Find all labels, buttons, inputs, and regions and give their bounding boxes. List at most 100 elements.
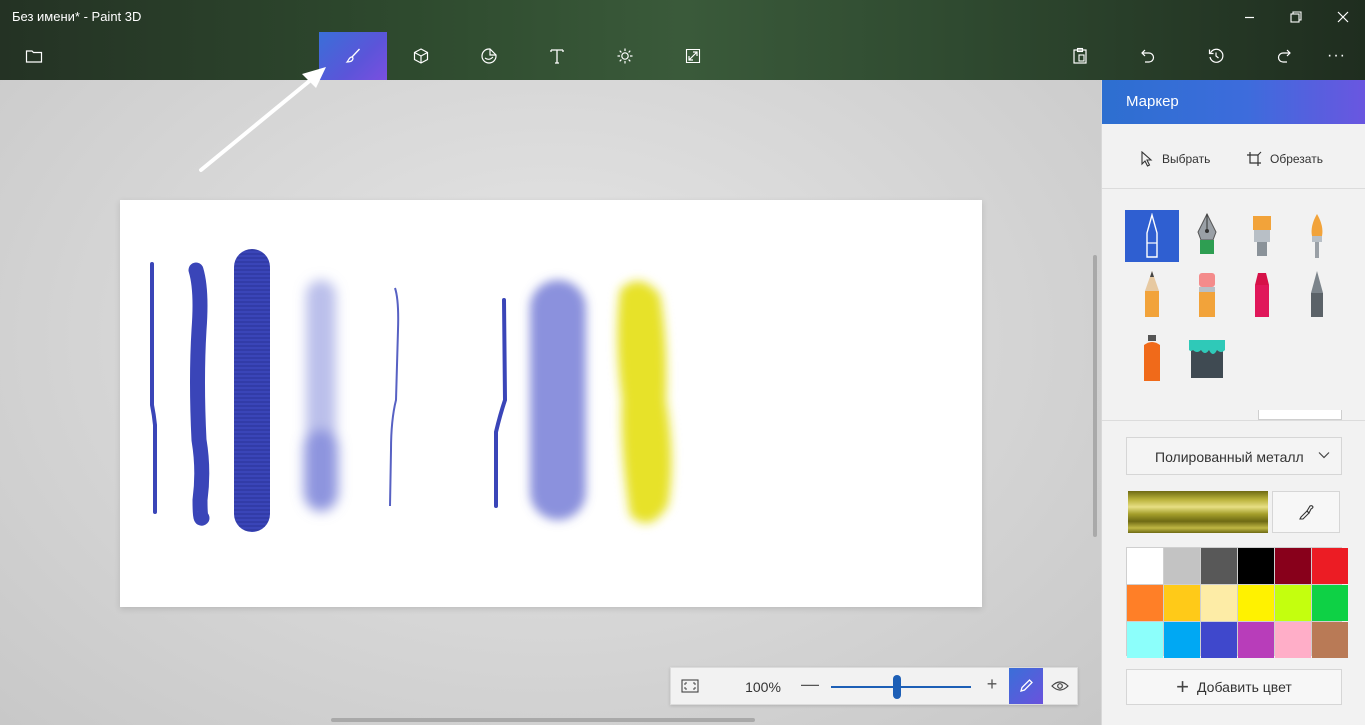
- zoom-slider-thumb[interactable]: [892, 675, 901, 699]
- color-swatch[interactable]: [1201, 585, 1237, 621]
- stickers-tool-button[interactable]: [455, 32, 523, 80]
- select-button[interactable]: Выбрать: [1140, 148, 1210, 170]
- eraser-icon: [1199, 273, 1215, 317]
- fit-screen-icon: [681, 679, 699, 693]
- color-swatch[interactable]: [1312, 622, 1348, 658]
- restore-button[interactable]: [1273, 4, 1319, 30]
- stroke-spray-blue: [530, 280, 586, 520]
- color-swatch[interactable]: [1164, 585, 1200, 621]
- minimize-button[interactable]: [1226, 4, 1272, 30]
- current-color-swatch[interactable]: [1128, 491, 1268, 533]
- color-swatch[interactable]: [1164, 622, 1200, 658]
- stroke-oil-brush: [234, 249, 270, 532]
- restore-icon: [1290, 11, 1302, 23]
- cube-icon: [413, 48, 429, 64]
- brush-crayon[interactable]: [1235, 268, 1289, 320]
- stroke-pixel-pen: [494, 298, 508, 508]
- eyedropper-button[interactable]: [1272, 491, 1340, 533]
- pixel-pen-icon: [1311, 271, 1323, 317]
- color-swatch[interactable]: [1201, 622, 1237, 658]
- more-button[interactable]: ···: [1308, 32, 1365, 80]
- stroke-spray-yellow: [617, 281, 672, 523]
- brush-watercolor[interactable]: [1290, 210, 1344, 262]
- resize-icon: [685, 48, 701, 64]
- color-swatch[interactable]: [1164, 548, 1200, 584]
- brush-spray-can[interactable]: [1125, 332, 1179, 384]
- stroke-calligraphy: [188, 262, 210, 526]
- zoom-in-button[interactable]: +: [981, 674, 1003, 698]
- add-color-label: Добавить цвет: [1197, 679, 1292, 695]
- crayon-icon: [1255, 273, 1269, 317]
- color-swatch[interactable]: [1238, 548, 1274, 584]
- stroke-watercolor: [303, 280, 339, 512]
- zoom-slider-track[interactable]: [831, 686, 971, 688]
- color-swatch[interactable]: [1312, 585, 1348, 621]
- annotation-arrow: [199, 67, 326, 172]
- undo-button[interactable]: [1114, 32, 1182, 80]
- brush-pencil[interactable]: [1125, 268, 1179, 320]
- color-palette: [1126, 547, 1348, 658]
- brush-eraser[interactable]: [1180, 268, 1234, 320]
- marker-icon: [1146, 213, 1158, 258]
- pen-mode-button[interactable]: [1009, 668, 1043, 704]
- vertical-scrollbar[interactable]: [1093, 255, 1097, 537]
- brush-calligraphy-pen[interactable]: [1180, 210, 1234, 262]
- color-swatch[interactable]: [1275, 548, 1311, 584]
- brush-oil[interactable]: [1235, 210, 1289, 262]
- pen-icon: [1020, 679, 1033, 692]
- select-label: Выбрать: [1162, 152, 1211, 166]
- color-swatch[interactable]: [1238, 585, 1274, 621]
- color-swatch[interactable]: [1275, 622, 1311, 658]
- canvas-strokes: [150, 249, 672, 532]
- view-mode-button[interactable]: [1043, 668, 1077, 704]
- text-icon: [550, 49, 564, 64]
- material-dropdown[interactable]: Полированный металл: [1126, 437, 1342, 475]
- spray-can-icon: [1144, 335, 1160, 381]
- stroke-pencil: [389, 287, 400, 507]
- crop-button[interactable]: Обрезать: [1246, 148, 1323, 170]
- fill-bucket-icon: [1189, 340, 1225, 378]
- fit-to-screen-button[interactable]: [671, 668, 709, 704]
- plus-icon: +: [1176, 674, 1190, 699]
- brush-marker[interactable]: [1125, 210, 1179, 262]
- thickness-row: [1126, 410, 1342, 420]
- history-button[interactable]: [1182, 32, 1250, 80]
- oil-brush-icon: [1253, 216, 1271, 256]
- divider: [1102, 188, 1365, 189]
- redo-icon: [1277, 49, 1291, 63]
- add-color-button[interactable]: + Добавить цвет: [1126, 669, 1342, 705]
- color-swatch[interactable]: [1127, 548, 1163, 584]
- color-swatch[interactable]: [1238, 622, 1274, 658]
- effects-tool-button[interactable]: [591, 32, 659, 80]
- close-button[interactable]: [1320, 4, 1365, 30]
- minimize-icon: [1244, 16, 1254, 18]
- cursor-icon: [1141, 151, 1153, 167]
- color-swatch[interactable]: [1312, 548, 1348, 584]
- zoom-bar: 100% — +: [670, 667, 1078, 705]
- chevron-down-icon: [1318, 452, 1330, 459]
- color-swatch[interactable]: [1127, 622, 1163, 658]
- canvas-tool-button[interactable]: [659, 32, 727, 80]
- text-tool-button[interactable]: [523, 32, 591, 80]
- close-icon: [1337, 11, 1349, 23]
- stroke-marker-thin: [150, 262, 157, 514]
- drawing-canvas[interactable]: [120, 200, 982, 607]
- color-swatch[interactable]: [1275, 585, 1311, 621]
- horizontal-scrollbar[interactable]: [331, 718, 755, 722]
- calligraphy-pen-icon: [1197, 212, 1217, 254]
- divider: [1102, 420, 1365, 421]
- brush-fill[interactable]: [1180, 332, 1234, 384]
- watercolor-icon: [1311, 214, 1323, 258]
- undo-icon: [1141, 49, 1155, 63]
- paste-icon: [1073, 47, 1087, 64]
- zoom-out-button[interactable]: —: [799, 674, 821, 698]
- eyedropper-icon: [1299, 505, 1314, 520]
- history-icon: [1208, 48, 1224, 63]
- sticker-icon: [481, 48, 497, 64]
- color-swatch[interactable]: [1201, 548, 1237, 584]
- paste-button[interactable]: [1046, 32, 1114, 80]
- color-swatch[interactable]: [1127, 585, 1163, 621]
- crop-icon: [1247, 151, 1262, 166]
- brush-pixel-pen[interactable]: [1290, 268, 1344, 320]
- pencil-icon: [1145, 271, 1159, 317]
